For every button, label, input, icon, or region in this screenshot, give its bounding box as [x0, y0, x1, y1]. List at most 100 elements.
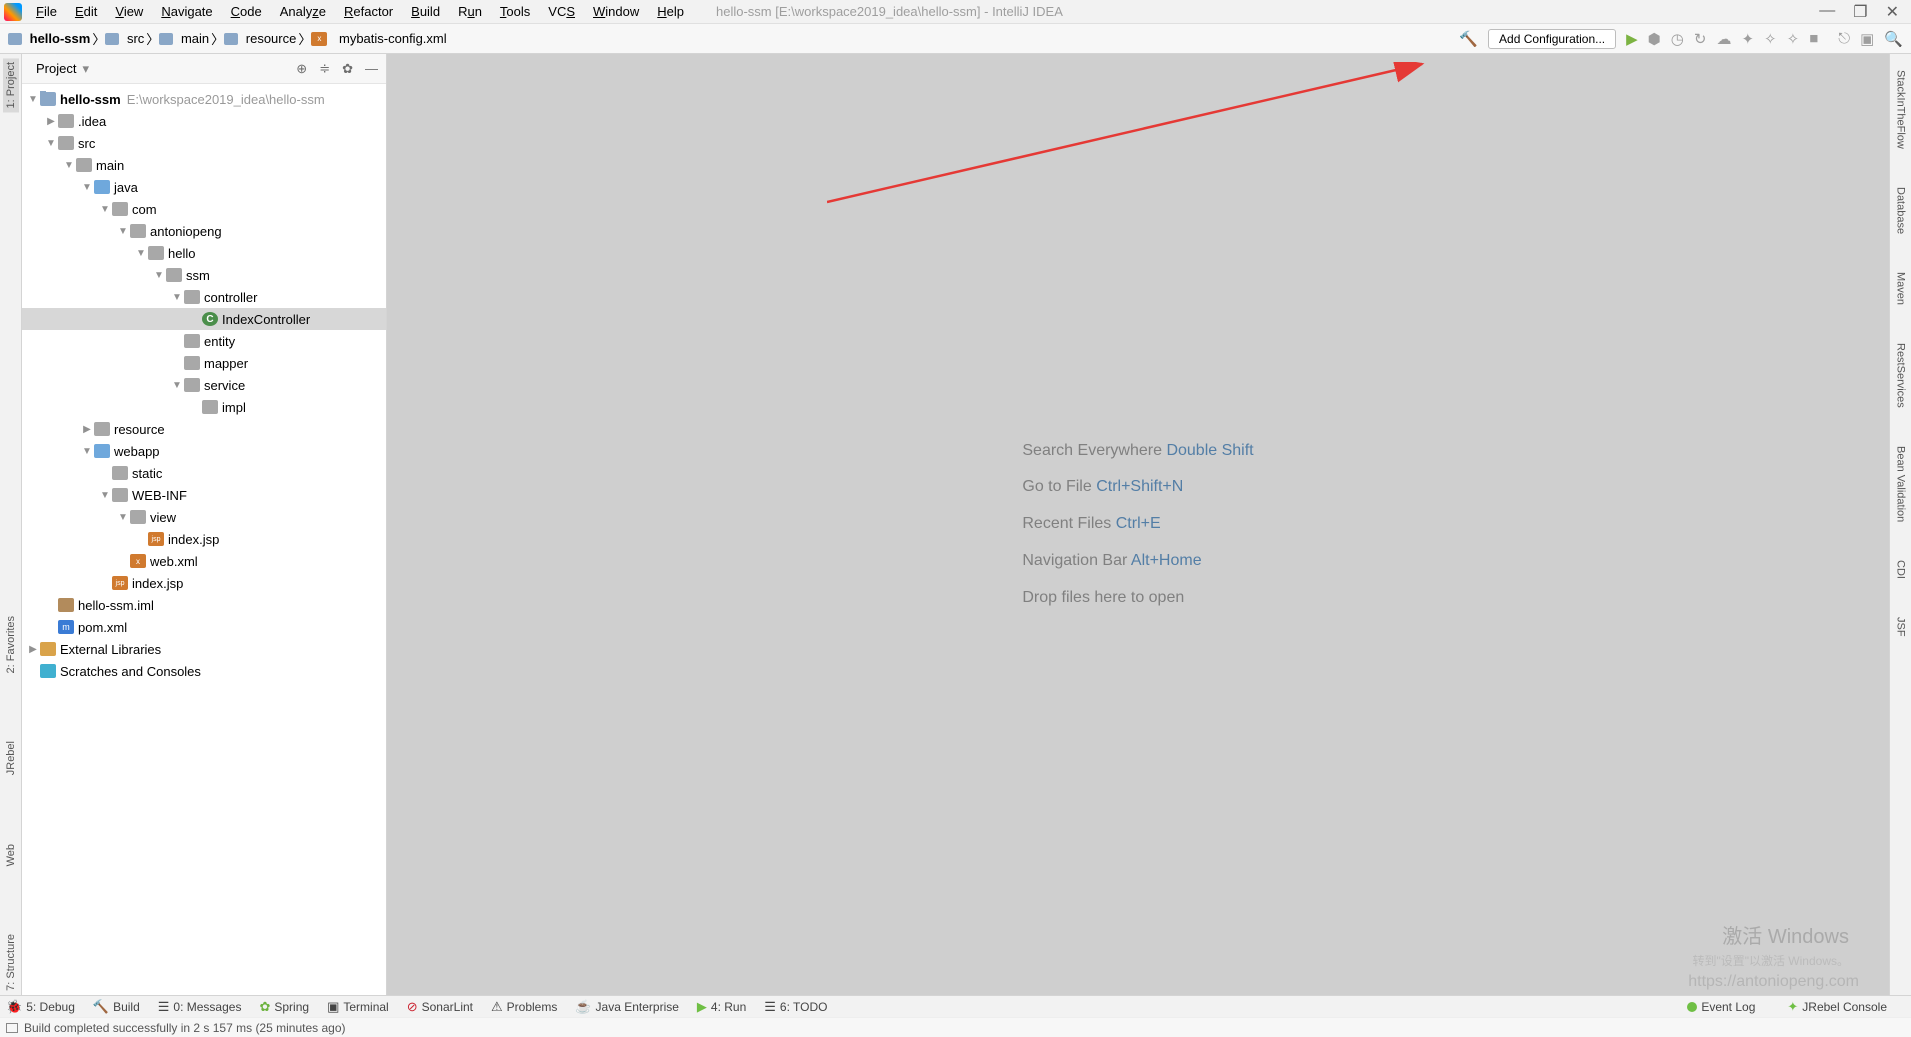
project-header: Project ▾ ⊕ ≑ ✿ — [22, 54, 386, 84]
jrebel-debug-icon[interactable]: ✧ [1764, 30, 1777, 48]
footer-jrebel[interactable]: ✦JRebel Console [1787, 999, 1887, 1015]
expand-icon[interactable]: ≑ [319, 61, 330, 77]
menu-tools[interactable]: Tools [492, 2, 538, 21]
tree-main[interactable]: ▼main [22, 154, 386, 176]
right-tab-maven[interactable]: Maven [1893, 268, 1909, 309]
search-icon[interactable]: 🔍 [1884, 30, 1903, 48]
window-title: hello-ssm [E:\workspace2019_idea\hello-s… [716, 4, 1063, 19]
menu-run[interactable]: Run [450, 2, 490, 21]
footer-build[interactable]: 🔨Build [93, 999, 140, 1015]
maximize-button[interactable]: ❐ [1853, 2, 1867, 22]
tree-webapp[interactable]: ▼webapp [22, 440, 386, 462]
tree-view[interactable]: ▼view [22, 506, 386, 528]
right-tab-database[interactable]: Database [1893, 183, 1909, 238]
tree-iml[interactable]: hello-ssm.iml [22, 594, 386, 616]
left-tab-favorites[interactable]: 2: Favorites [3, 612, 19, 677]
project-title[interactable]: Project [36, 61, 76, 76]
footer-debug[interactable]: 🐞5: Debug [6, 999, 75, 1015]
tree-hello[interactable]: ▼hello [22, 242, 386, 264]
windows-activation-text: 激活 Windows [1722, 920, 1849, 949]
menu-build[interactable]: Build [403, 2, 448, 21]
menu-refactor[interactable]: Refactor [336, 2, 401, 21]
status-panel-icon[interactable] [6, 1023, 18, 1033]
crumb-file[interactable]: x mybatis-config.xml [311, 31, 446, 46]
menu-file[interactable]: File [28, 2, 65, 21]
footer-todo[interactable]: ☰6: TODO [764, 999, 827, 1015]
footer-run[interactable]: ▶4: Run [697, 999, 746, 1015]
profiler-icon[interactable]: ↻ [1694, 30, 1707, 48]
close-button[interactable]: ✕ [1886, 2, 1899, 22]
footer-terminal[interactable]: ▣Terminal [327, 999, 389, 1015]
tree-impl[interactable]: impl [22, 396, 386, 418]
add-configuration-button[interactable]: Add Configuration... [1488, 29, 1616, 49]
minimize-button[interactable]: — [1819, 2, 1835, 22]
tree-pom[interactable]: mpom.xml [22, 616, 386, 638]
tree-src[interactable]: ▼src [22, 132, 386, 154]
menu-code[interactable]: Code [223, 2, 270, 21]
footer-spring[interactable]: ✿Spring [259, 999, 309, 1015]
tree-resource[interactable]: ▶resource [22, 418, 386, 440]
crumb-resource[interactable]: resource [224, 31, 296, 46]
footer-eventlog[interactable]: Event Log [1687, 1000, 1755, 1014]
main-menu: File Edit View Navigate Code Analyze Ref… [28, 2, 692, 21]
tree-scratch[interactable]: Scratches and Consoles [22, 660, 386, 682]
left-tab-project[interactable]: 1: Project [3, 58, 19, 112]
stop-icon[interactable]: ■ [1809, 30, 1818, 47]
left-tab-jrebel[interactable]: JRebel [3, 737, 19, 779]
debug-icon[interactable]: ⬢ [1648, 30, 1661, 48]
left-tab-web[interactable]: Web [3, 840, 19, 870]
footer-sonar[interactable]: ⊘SonarLint [407, 999, 473, 1015]
tree-com[interactable]: ▼com [22, 198, 386, 220]
crumb-project[interactable]: hello-ssm [8, 31, 90, 46]
left-tab-structure[interactable]: 7: Structure [3, 930, 19, 995]
menu-vcs[interactable]: VCS [540, 2, 583, 21]
tree-extlib[interactable]: ▶External Libraries [22, 638, 386, 660]
tree-java[interactable]: ▼java [22, 176, 386, 198]
crumb-main[interactable]: main [159, 31, 209, 46]
tree-indexjsp2[interactable]: jspindex.jsp [22, 572, 386, 594]
tree-antoniopeng[interactable]: ▼antoniopeng [22, 220, 386, 242]
layout-icon[interactable]: ▣ [1860, 30, 1874, 48]
locate-icon[interactable]: ⊕ [296, 61, 307, 77]
right-tab-beanvalidation[interactable]: Bean Validation [1893, 442, 1909, 526]
tree-indexjsp[interactable]: jspindex.jsp [22, 528, 386, 550]
menu-analyze[interactable]: Analyze [272, 2, 334, 21]
tree-root[interactable]: ▼hello-ssmE:\workspace2019_idea\hello-ss… [22, 88, 386, 110]
menu-navigate[interactable]: Navigate [153, 2, 220, 21]
right-tab-jsf[interactable]: JSF [1893, 613, 1909, 641]
run-icon[interactable]: ▶ [1626, 30, 1638, 48]
coverage-icon[interactable]: ◷ [1671, 30, 1684, 48]
right-tab-restservices[interactable]: RestServices [1893, 339, 1909, 412]
jrebel-stop-icon[interactable]: ✧ [1787, 30, 1800, 48]
git-icon[interactable]: ⎋ [1838, 30, 1850, 47]
menu-edit[interactable]: Edit [67, 2, 105, 21]
attach-icon[interactable]: ☁ [1716, 30, 1731, 48]
tree-indexcontroller[interactable]: CIndexController [22, 308, 386, 330]
project-tree[interactable]: ▼hello-ssmE:\workspace2019_idea\hello-ss… [22, 84, 386, 995]
footer-messages[interactable]: ☰0: Messages [158, 999, 242, 1015]
menu-window[interactable]: Window [585, 2, 647, 21]
window-controls: — ❐ ✕ [1819, 2, 1907, 22]
tree-controller[interactable]: ▼controller [22, 286, 386, 308]
tree-ssm[interactable]: ▼ssm [22, 264, 386, 286]
tree-static[interactable]: static [22, 462, 386, 484]
tree-entity[interactable]: entity [22, 330, 386, 352]
tree-service[interactable]: ▼service [22, 374, 386, 396]
editor-area[interactable]: Search Everywhere Double Shift Go to Fil… [387, 54, 1889, 995]
tree-mapper[interactable]: mapper [22, 352, 386, 374]
menu-view[interactable]: View [107, 2, 151, 21]
right-tab-stackintheflow[interactable]: StackInTheFlow [1893, 66, 1909, 153]
jrebel-run-icon[interactable]: ✦ [1741, 30, 1754, 48]
build-icon[interactable]: 🔨 [1459, 30, 1478, 48]
settings-icon[interactable]: ✿ [342, 61, 353, 77]
right-tab-cdi[interactable]: CDI [1893, 556, 1909, 583]
tree-idea[interactable]: ▶.idea [22, 110, 386, 132]
crumb-src[interactable]: src [105, 31, 144, 46]
footer-problems[interactable]: ⚠Problems [491, 999, 557, 1015]
menu-help[interactable]: Help [649, 2, 692, 21]
tree-webxml[interactable]: xweb.xml [22, 550, 386, 572]
dropdown-icon[interactable]: ▾ [82, 61, 89, 77]
tree-webinf[interactable]: ▼WEB-INF [22, 484, 386, 506]
hide-icon[interactable]: — [365, 61, 378, 77]
footer-javaent[interactable]: ☕Java Enterprise [575, 999, 679, 1015]
